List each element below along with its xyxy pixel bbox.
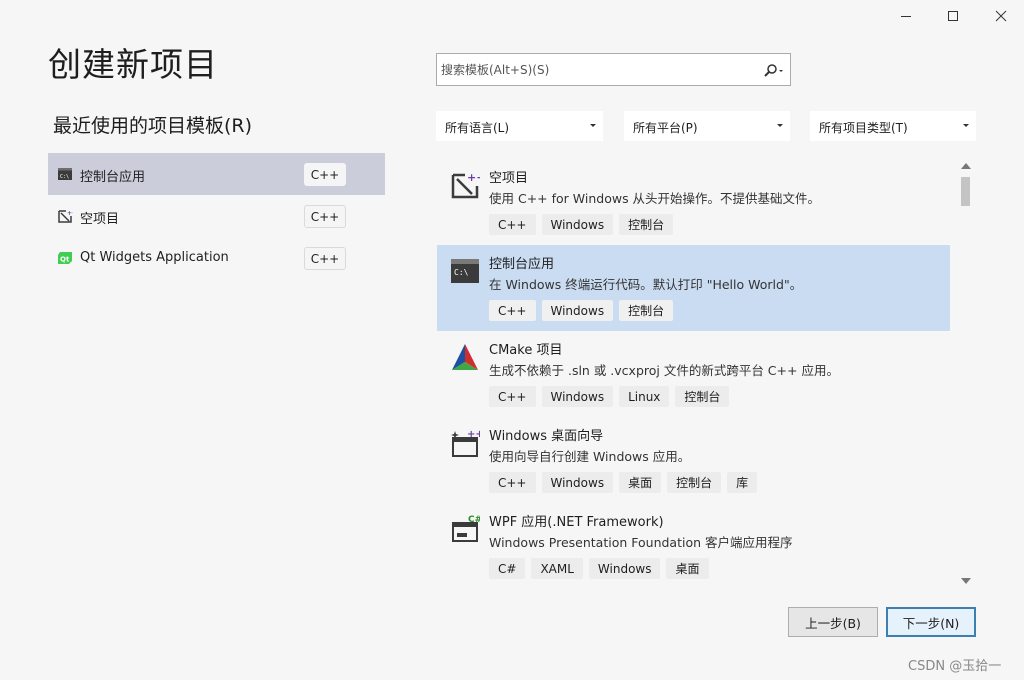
recent-item-console-app[interactable]: C:\ 控制台应用 C++ <box>48 153 385 195</box>
tag: 桌面 <box>619 472 662 493</box>
empty-project-icon: ++ <box>451 171 480 199</box>
recent-item-label: 控制台应用 <box>80 170 146 185</box>
template-description: Windows Presentation Foundation 客户端应用程序 <box>489 535 793 550</box>
language-filter-dropdown[interactable]: 所有语言(L) <box>436 111 603 141</box>
cmake-icon <box>452 344 478 370</box>
scrollbar-thumb[interactable] <box>961 177 970 206</box>
svg-text:C:\: C:\ <box>60 174 69 180</box>
platform-filter-dropdown[interactable]: 所有平台(P) <box>624 111 790 141</box>
svg-text:++: ++ <box>67 210 73 217</box>
tag: C++ <box>489 300 536 321</box>
language-badge: C++ <box>304 247 346 270</box>
svg-text:++: ++ <box>467 429 480 440</box>
next-button[interactable]: 下一步(N) <box>886 607 976 637</box>
scroll-up-arrow-icon[interactable] <box>961 163 971 169</box>
maximize-button[interactable] <box>930 2 976 30</box>
tag: Windows <box>541 386 614 407</box>
maximize-icon <box>948 11 958 21</box>
platform-filter-label: 所有平台(P) <box>633 121 698 135</box>
template-name: CMake 项目 <box>489 343 563 358</box>
template-item-desktop-wizard[interactable]: ++ Windows 桌面向导 使用向导自行创建 Windows 应用。 C++… <box>437 417 950 503</box>
console-app-icon: C:\ <box>451 259 479 283</box>
template-item-empty-project[interactable]: ++ 空项目 使用 C++ for Windows 从头开始操作。不提供基础文件… <box>437 159 950 245</box>
tag: XAML <box>531 558 583 579</box>
console-app-icon: C:\ <box>58 168 72 180</box>
svg-text:C#: C# <box>468 515 480 525</box>
template-tags: C++ Windows 控制台 <box>489 214 674 235</box>
tag: C# <box>489 558 526 579</box>
recent-item-label: Qt Widgets Application <box>80 250 229 265</box>
tag: 控制台 <box>667 472 722 493</box>
template-item-cmake[interactable]: CMake 项目 生成不依赖于 .sln 或 .vcxproj 文件的新式跨平台… <box>437 331 950 417</box>
close-button[interactable] <box>978 2 1024 30</box>
template-name: 控制台应用 <box>489 257 555 272</box>
tag: Windows <box>588 558 661 579</box>
page-title: 创建新项目 <box>48 45 218 84</box>
search-box <box>436 53 791 86</box>
wpf-icon: C# <box>452 515 480 542</box>
template-tags: C++ Windows Linux 控制台 <box>489 386 730 407</box>
svg-text:C:\: C:\ <box>454 268 469 277</box>
template-description: 生成不依赖于 .sln 或 .vcxproj 文件的新式跨平台 C++ 应用。 <box>489 363 839 378</box>
recent-item-empty-project[interactable]: ++ 空项目 C++ <box>48 195 385 237</box>
template-description: 使用 C++ for Windows 从头开始操作。不提供基础文件。 <box>489 191 821 206</box>
tag: Windows <box>541 214 614 235</box>
search-icon[interactable] <box>762 63 788 79</box>
template-description: 使用向导自行创建 Windows 应用。 <box>489 449 691 464</box>
recent-templates-heading: 最近使用的项目模板(R) <box>53 115 253 137</box>
empty-project-icon: ++ <box>58 210 73 223</box>
template-tags: C# XAML Windows 桌面 <box>489 558 709 579</box>
tag: 控制台 <box>675 386 730 407</box>
project-type-filter-label: 所有项目类型(T) <box>819 121 908 135</box>
template-name: Windows 桌面向导 <box>489 429 604 444</box>
recent-item-qt-widgets[interactable]: Qt Qt Widgets Application C++ <box>48 237 385 279</box>
recent-item-label: 空项目 <box>80 212 120 227</box>
desktop-wizard-icon: ++ <box>451 429 480 457</box>
template-name: 空项目 <box>489 171 529 186</box>
svg-text:Qt: Qt <box>60 256 70 264</box>
chevron-down-icon <box>777 124 783 127</box>
tag: 控制台 <box>619 214 674 235</box>
template-list: ++ 空项目 使用 C++ for Windows 从头开始操作。不提供基础文件… <box>437 159 950 589</box>
language-badge: C++ <box>304 205 346 228</box>
project-type-filter-dropdown[interactable]: 所有项目类型(T) <box>810 111 976 141</box>
search-input[interactable] <box>441 60 741 80</box>
back-button[interactable]: 上一步(B) <box>788 607 878 637</box>
tag: C++ <box>489 214 536 235</box>
chevron-down-icon <box>590 124 596 127</box>
template-list-scrollbar[interactable] <box>958 159 974 589</box>
tag: 库 <box>727 472 758 493</box>
chevron-down-icon <box>963 124 969 127</box>
tag: Linux <box>619 386 670 407</box>
template-item-wpf[interactable]: C# WPF 应用(.NET Framework) Windows Presen… <box>437 503 950 589</box>
language-filter-label: 所有语言(L) <box>445 121 510 135</box>
template-description: 在 Windows 终端运行代码。默认打印 "Hello World"。 <box>489 277 803 292</box>
language-badge: C++ <box>304 163 346 186</box>
template-tags: C++ Windows 桌面 控制台 库 <box>489 472 758 493</box>
minimize-icon <box>901 16 911 17</box>
tag: 控制台 <box>619 300 674 321</box>
tag: 桌面 <box>666 558 709 579</box>
qt-icon: Qt <box>58 252 72 264</box>
watermark: CSDN @玉拾一 <box>908 659 1002 674</box>
tag: C++ <box>489 472 536 493</box>
recent-templates-list: C:\ 控制台应用 C++ ++ 空项目 C++ Qt Qt Widgets A… <box>48 153 385 279</box>
svg-text:++: ++ <box>467 171 480 184</box>
minimize-button[interactable] <box>883 2 929 30</box>
template-item-console-app[interactable]: C:\ 控制台应用 在 Windows 终端运行代码。默认打印 "Hello W… <box>437 245 950 331</box>
template-name: WPF 应用(.NET Framework) <box>489 515 664 530</box>
scroll-down-arrow-icon[interactable] <box>961 578 971 584</box>
template-tags: C++ Windows 控制台 <box>489 300 674 321</box>
tag: C++ <box>489 386 536 407</box>
tag: Windows <box>541 472 614 493</box>
close-icon <box>995 10 1007 22</box>
tag: Windows <box>541 300 614 321</box>
